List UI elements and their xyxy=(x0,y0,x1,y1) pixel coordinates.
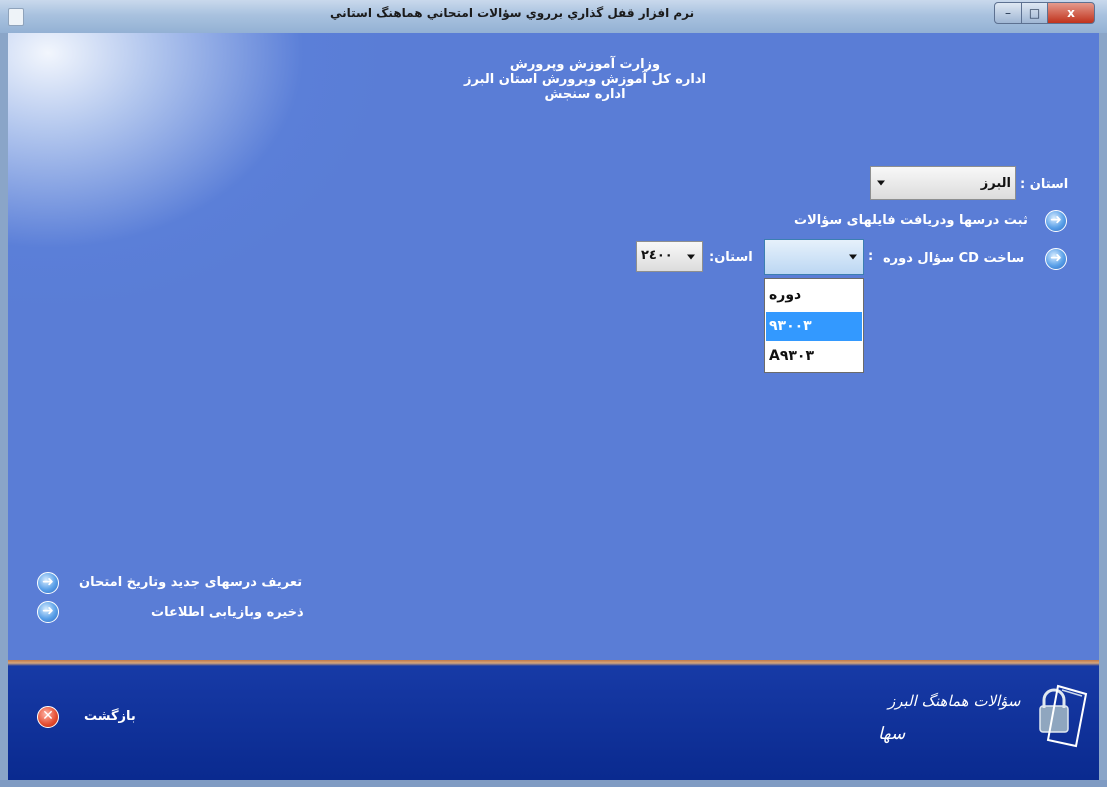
register-courses-button[interactable]: ➜ xyxy=(1045,210,1067,232)
close-icon[interactable]: ✕ xyxy=(37,706,59,728)
province-select[interactable]: البرز xyxy=(870,166,1016,200)
arrow-left-icon: ➜ xyxy=(1050,212,1062,228)
chevron-down-icon xyxy=(849,254,857,260)
window-bottom-border xyxy=(0,780,1107,787)
make-cd-colon: : xyxy=(868,249,874,264)
term-dropdown-list: دوره ۹۳۰۰۳ A۹۳۰۳ xyxy=(764,278,864,373)
arrow-right-icon: ➜ xyxy=(42,603,54,619)
make-cd-button[interactable]: ➜ xyxy=(1045,248,1067,270)
term-select[interactable] xyxy=(764,239,864,275)
arrow-left-icon: ➜ xyxy=(1050,250,1062,266)
arrow-right-icon: ➜ xyxy=(42,574,54,590)
back-button[interactable]: بازگشت xyxy=(84,709,136,724)
department-title: اداره کل آموزش وپرورش استان البرز xyxy=(464,72,706,87)
province-code-label: استان: xyxy=(709,250,753,265)
term-option-highlighted[interactable]: ۹۳۰۰۳ xyxy=(766,312,862,341)
app-window: نرم افزار قفل گذاري برروي سؤالات امتحاني… xyxy=(0,0,1107,787)
close-button[interactable]: x xyxy=(1047,2,1095,24)
province-code-value: ۲٤۰۰ xyxy=(641,248,673,263)
backup-restore-label[interactable]: ذخیره وبازیابی اطلاعات xyxy=(151,605,304,620)
logo-subtext: سها xyxy=(878,724,906,744)
make-cd-label[interactable]: ساخت CD سؤال دوره xyxy=(883,251,1024,266)
logo-text: سؤالات هماهنگ البرز xyxy=(888,692,1021,710)
ministry-title: وزارت آموزش وپرورش xyxy=(509,57,661,72)
title-bar[interactable]: نرم افزار قفل گذاري برروي سؤالات امتحاني… xyxy=(0,0,1107,33)
term-option[interactable]: دوره xyxy=(766,281,862,310)
register-courses-label[interactable]: ثبت درسها ودریافت فایلهای سؤالات xyxy=(794,213,1028,228)
province-select-value: البرز xyxy=(980,176,1011,191)
define-courses-button[interactable]: ➜ xyxy=(37,572,59,594)
province-code-select[interactable]: ۲٤۰۰ xyxy=(636,241,703,272)
window-title: نرم افزار قفل گذاري برروي سؤالات امتحاني… xyxy=(330,6,695,20)
backup-restore-button[interactable]: ➜ xyxy=(37,601,59,623)
chevron-down-icon xyxy=(877,180,885,186)
define-courses-label[interactable]: تعریف درسهای جدید وتاریخ امتحان xyxy=(79,575,302,590)
province-label: استان : xyxy=(1020,177,1069,192)
main-panel xyxy=(8,33,1099,660)
chevron-down-icon xyxy=(687,254,695,259)
minimize-button[interactable]: – xyxy=(994,2,1022,24)
office-title: اداره سنجش xyxy=(544,87,626,102)
maximize-button[interactable]: □ xyxy=(1021,2,1048,24)
term-option[interactable]: A۹۳۰۳ xyxy=(766,342,862,371)
app-icon[interactable] xyxy=(8,8,24,26)
saha-logo: سؤالات هماهنگ البرز سها xyxy=(868,684,1090,764)
